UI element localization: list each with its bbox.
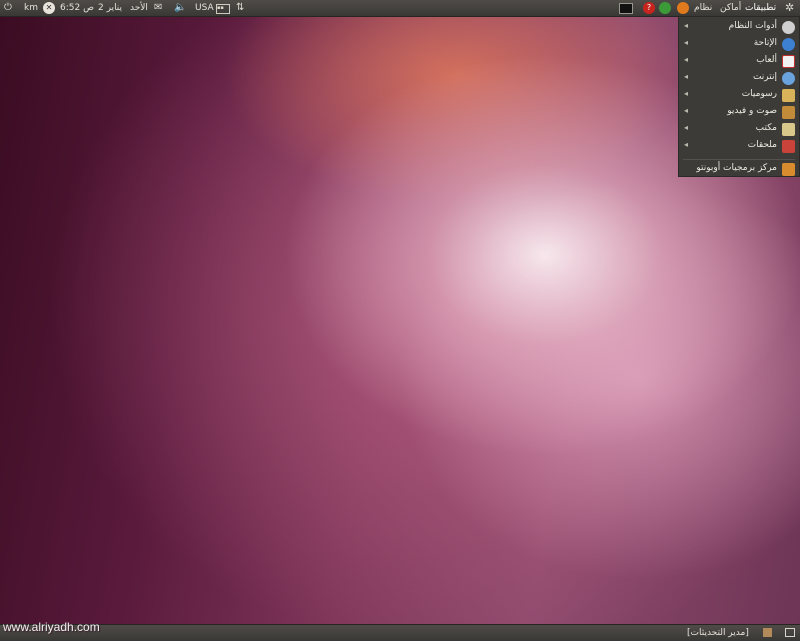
network-icon[interactable]: ⇅ xyxy=(236,1,244,15)
submenu-arrow-icon: ◂ xyxy=(684,123,689,132)
accessories-icon xyxy=(782,140,795,153)
firefox-icon[interactable] xyxy=(677,2,689,14)
update-manager-icon xyxy=(763,628,772,637)
ubuntu-logo-icon[interactable]: ✲ xyxy=(785,1,794,15)
paint-icon xyxy=(782,89,795,102)
menu-item-office[interactable]: ◂ مكتب xyxy=(679,121,799,138)
keyboard-icon[interactable]: ▪▪ xyxy=(216,4,230,14)
chat-status-icon[interactable]: ✕ xyxy=(43,2,55,14)
submenu-arrow-icon: ◂ xyxy=(684,106,689,115)
power-icon[interactable]: ⏻ xyxy=(4,1,12,15)
bottom-panel: [مدير التحديثات] xyxy=(0,624,800,641)
submenu-arrow-icon: ◂ xyxy=(684,89,689,98)
menu-item-internet[interactable]: ◂ إنترنت xyxy=(679,70,799,87)
submenu-arrow-icon: ◂ xyxy=(684,21,689,30)
clock-day[interactable]: الأحد xyxy=(130,1,148,15)
top-panel: ⏻ km ✕ 6:52 ص 2 يناير الأحد ✉ 🔈 USA ▪▪ ⇅… xyxy=(0,0,800,17)
submenu-arrow-icon: ◂ xyxy=(684,72,689,81)
taskbar-item-update-manager[interactable]: [مدير التحديثات] xyxy=(687,626,749,640)
menu-item-accessibility[interactable]: ◂ الإتاحة xyxy=(679,36,799,53)
terminal-icon[interactable] xyxy=(619,3,633,14)
software-center-icon xyxy=(782,163,795,176)
submenu-arrow-icon: ◂ xyxy=(684,55,689,64)
menu-item-sound-video[interactable]: ◂ صوت و فيديو xyxy=(679,104,799,121)
menu-item-system-tools[interactable]: ◂ أدوات النظام xyxy=(679,19,799,36)
volume-icon[interactable]: 🔈 xyxy=(174,1,186,15)
chrome-icon[interactable] xyxy=(659,2,671,14)
menu-system[interactable]: نظام xyxy=(694,1,712,15)
menu-item-software-center[interactable]: مركز برمجيات أوبونتو xyxy=(679,161,799,178)
cards-icon xyxy=(782,55,795,68)
globe-icon xyxy=(782,72,795,85)
media-icon xyxy=(782,106,795,119)
menu-places[interactable]: أماكن xyxy=(720,1,741,15)
keyboard-layout[interactable]: USA xyxy=(195,1,214,15)
submenu-arrow-icon: ◂ xyxy=(684,140,689,149)
help-icon[interactable]: ? xyxy=(643,2,655,14)
accessibility-icon xyxy=(782,38,795,51)
gear-icon xyxy=(782,21,795,34)
clock-time[interactable]: 6:52 ص xyxy=(60,1,94,15)
menu-item-graphics[interactable]: ◂ رسوميات xyxy=(679,87,799,104)
mail-icon[interactable]: ✉ xyxy=(154,1,162,15)
menu-item-accessories[interactable]: ◂ ملحقات xyxy=(679,138,799,155)
menu-applications[interactable]: تطبيقات xyxy=(745,1,776,15)
menu-separator xyxy=(683,159,795,160)
workspace-switcher-icon[interactable] xyxy=(785,628,795,637)
user-name[interactable]: km xyxy=(24,1,38,15)
office-icon xyxy=(782,123,795,136)
submenu-arrow-icon: ◂ xyxy=(684,38,689,47)
applications-menu: ◂ أدوات النظام ◂ الإتاحة ◂ ألعاب ◂ إنترن… xyxy=(678,16,800,177)
watermark: www.alriyadh.com xyxy=(3,620,100,634)
menu-item-games[interactable]: ◂ ألعاب xyxy=(679,53,799,70)
clock-date[interactable]: 2 يناير xyxy=(98,1,122,15)
